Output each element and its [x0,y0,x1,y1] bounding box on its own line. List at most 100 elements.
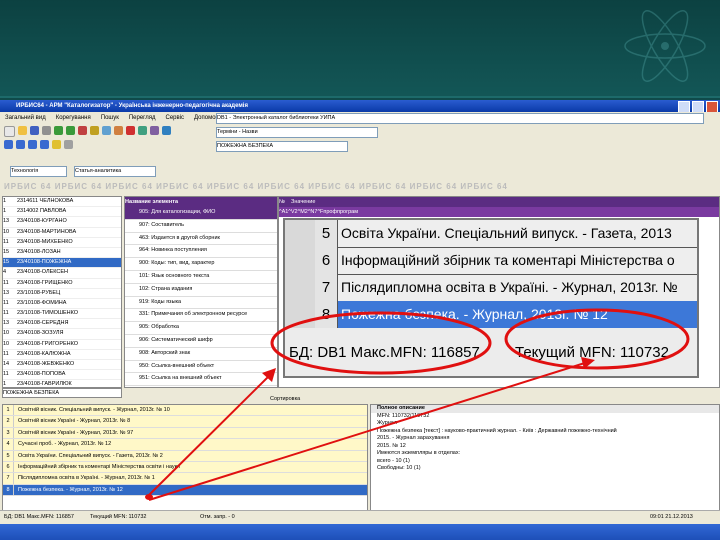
full-description-line: Пожежна безпека [текст] : науково-практи… [377,427,617,434]
first-record-icon[interactable] [4,140,13,149]
description-row[interactable]: 3 Освітній вісник Україні - Журнал, 2013г… [3,427,367,440]
description-row-text: Сучасні проб. - Журнал, 2013г. № 12 [18,441,112,448]
description-row[interactable]: 5 Освіта України. Спеціальний випуск. - Г… [3,450,367,462]
refresh-icon[interactable] [138,126,147,135]
description-row[interactable]: 6 Інформаційний збірник та коментарі Міні… [3,461,367,474]
term-list-row[interactable]: 11 23/40108-ПОПОВА [3,370,121,381]
search-input[interactable]: ПОЖЕЖНА БЕЗПЕКА [216,141,348,152]
term-list-row[interactable]: 11 23/40108-МИХЕЕНКО [3,238,121,248]
values-header-value: Значение [291,199,316,205]
format-icon[interactable] [64,140,73,149]
term-count: 13 [3,218,10,225]
term-list-row[interactable]: 1 23/40108-ГАВРИЛЮК [3,380,121,388]
field-row[interactable]: 905: Обработка [125,322,277,335]
next-record-icon[interactable] [28,140,37,149]
term-list-row[interactable]: 11 23/40108-КАЛЮЖНА [3,350,121,360]
term-list-row[interactable]: 11 23/10108-ФОМИНА [3,299,121,310]
field-row[interactable]: 905: Для каталогизации, ФИО [125,207,277,220]
atom-logo-icon [624,10,706,82]
term-list-row[interactable]: 13 23/40108-КУРГАНО [3,217,121,228]
field-row[interactable]: 101: Язык основного текста [125,271,277,284]
description-row[interactable]: 4 Сучасні проб. - Журнал, 2013г. № 12 [3,439,367,451]
field-list-header: Название элемента [125,197,277,207]
close-button[interactable] [706,101,718,112]
description-row[interactable]: 8 Пожежна безпека. - Журнал, 2013г. № 12 [3,484,367,497]
full-description-line: MFN: 110732/110732 [377,412,430,419]
zoom-status-area: БД: DB1 Макс.MFN: 116857 Текущий MFN: 11… [285,328,697,376]
menu-item-search[interactable]: Пошук [96,115,124,121]
mark-icon[interactable] [52,140,61,149]
field-row[interactable]: 900: Коды: тип, вид, характер [125,258,277,271]
first-field-value[interactable]: ^A1^V2^M2^N7^Fпрофпрограм [279,207,719,217]
term-list-row[interactable]: 10 23/40108-МАРТИНОВА [3,228,121,238]
field-row[interactable]: 906: Систематический шифр [125,335,277,348]
field-row[interactable]: 908: Авторский знак [125,348,277,361]
description-row[interactable]: 1 Освітній вісник. Спеціальний випуск. - … [3,405,367,417]
print-icon[interactable] [42,126,51,135]
term-list-row[interactable]: 4 23/40108-ОЛЕКСЕН [3,268,121,279]
redo-icon[interactable] [66,126,75,135]
term-list-row[interactable]: 10 23/40108-ЗОЗУЛЯ [3,329,121,340]
field-row[interactable]: 463: Издается в другой сборник [125,233,277,246]
zoom-row[interactable]: 5 Освіта України. Спеціальний випуск. - Г… [285,220,697,248]
term-list-row[interactable]: 15 23/40108-ПОЖЕЖНА [3,258,121,269]
menu-item-browse[interactable]: Перегляд [124,115,161,121]
open-icon[interactable] [18,126,27,135]
zoom-row[interactable]: 8 Пожежна безпека. - Журнал, 2013г. № 12 [285,301,697,329]
term-count: 10 [3,340,10,347]
description-row[interactable]: 7 Післядипломна освіта в Україні. - Журна… [3,473,367,485]
window-titlebar: ИРБИС64 - АРМ "Каталогизатор" - Українсь… [0,100,720,112]
zoom-current-mfn: Текущий MFN: 110732 [515,344,669,361]
save-icon[interactable] [30,126,39,135]
term-list: 1 2314611 ЧЕЛНОКОВА 1 2314002 ПАВЛОВА 13 23/4… [2,196,122,388]
copy-icon[interactable] [102,126,111,135]
term-input[interactable]: ПОЖЕЖНА БЕЗПЕКА [2,388,122,398]
term-list-row[interactable]: 13 23/40108-СЕРЕДНЯ [3,319,121,330]
menu-item-view[interactable]: Загальний вид [0,115,51,121]
field-row[interactable]: 907: Составитель [125,220,277,233]
term-list-row[interactable]: 14 23/40108-ЖЕВЖЕНКО [3,360,121,371]
status-db-info: БД: DB1 Макс.MFN: 116857 [4,514,74,520]
term-list-row[interactable]: 11 23/10108-ТИМОШЕНКО [3,309,121,320]
term-list-row[interactable]: 15 23/40108-ЛОЗАН [3,248,121,259]
prev-record-icon[interactable] [16,140,25,149]
description-row-number: 3 [3,427,14,439]
field-row[interactable]: 200: Заглавие [125,386,277,387]
zoom-row[interactable]: 6 Інформаційний збірник та коментарі Міні… [285,247,697,275]
zoom-row-number: 8 [315,301,338,328]
undo-icon[interactable] [54,126,63,135]
term-count: 1 [3,381,7,388]
slide-divider [0,96,720,98]
field-row[interactable]: 331: Примечания об электронном ресурсе [125,309,277,323]
field-row[interactable]: 919: Коды языка [125,297,277,310]
globe-icon[interactable] [162,126,171,135]
menu-item-edit[interactable]: Корегування [51,115,96,121]
field-row[interactable]: 964: Новинка поступления [125,245,277,259]
new-record-icon[interactable] [4,126,15,137]
field-row[interactable]: 950: Ссылка-внешний объект [125,361,277,374]
term-list-row[interactable]: 1 2314611 ЧЕЛНОКОВА [3,197,121,208]
term-list-row[interactable]: 1 2314002 ПАВЛОВА [3,207,121,218]
last-record-icon[interactable] [40,140,49,149]
search-icon[interactable] [78,126,87,135]
term-list-row[interactable]: 11 23/40108-ГРИЩЕНКО [3,279,121,289]
book-icon[interactable] [150,126,159,135]
description-row[interactable]: 2 Освітній вісник Україні - Журнал, 2013г… [3,416,367,428]
zoom-row[interactable]: 7 Післядипломна освіта в Україні. - Журна… [285,274,697,302]
database-select[interactable]: DB1 - Электронный каталог библиотеки УИП… [216,113,704,124]
delete-icon[interactable] [126,126,135,135]
full-description-panel: Полное описание MFN: 110732/110732 Журнал… [370,404,720,514]
paste-icon[interactable] [114,126,123,135]
menu-item-service[interactable]: Сервіс [160,115,189,121]
field-row[interactable]: 951: Ссылка на внешний объект [125,373,277,387]
filter-icon[interactable] [90,126,99,135]
term-dictionary-select[interactable]: Терміни - Назви [216,127,378,138]
worksheet-type-select[interactable]: Технологія [10,166,67,177]
term-list-row[interactable]: 10 23/40108-ГРИГОРЕНКО [3,340,121,350]
field-row[interactable]: 102: Страна издания [125,284,277,297]
maximize-button[interactable] [692,101,704,112]
term-list-row[interactable]: 13 23/10108-РУБЕЦ [3,289,121,299]
minimize-button[interactable] [678,101,690,112]
term-text: 23/40108-ЗОЗУЛЯ [17,330,64,337]
worksheet-mode-select[interactable]: Статья-аналитика [74,166,156,177]
